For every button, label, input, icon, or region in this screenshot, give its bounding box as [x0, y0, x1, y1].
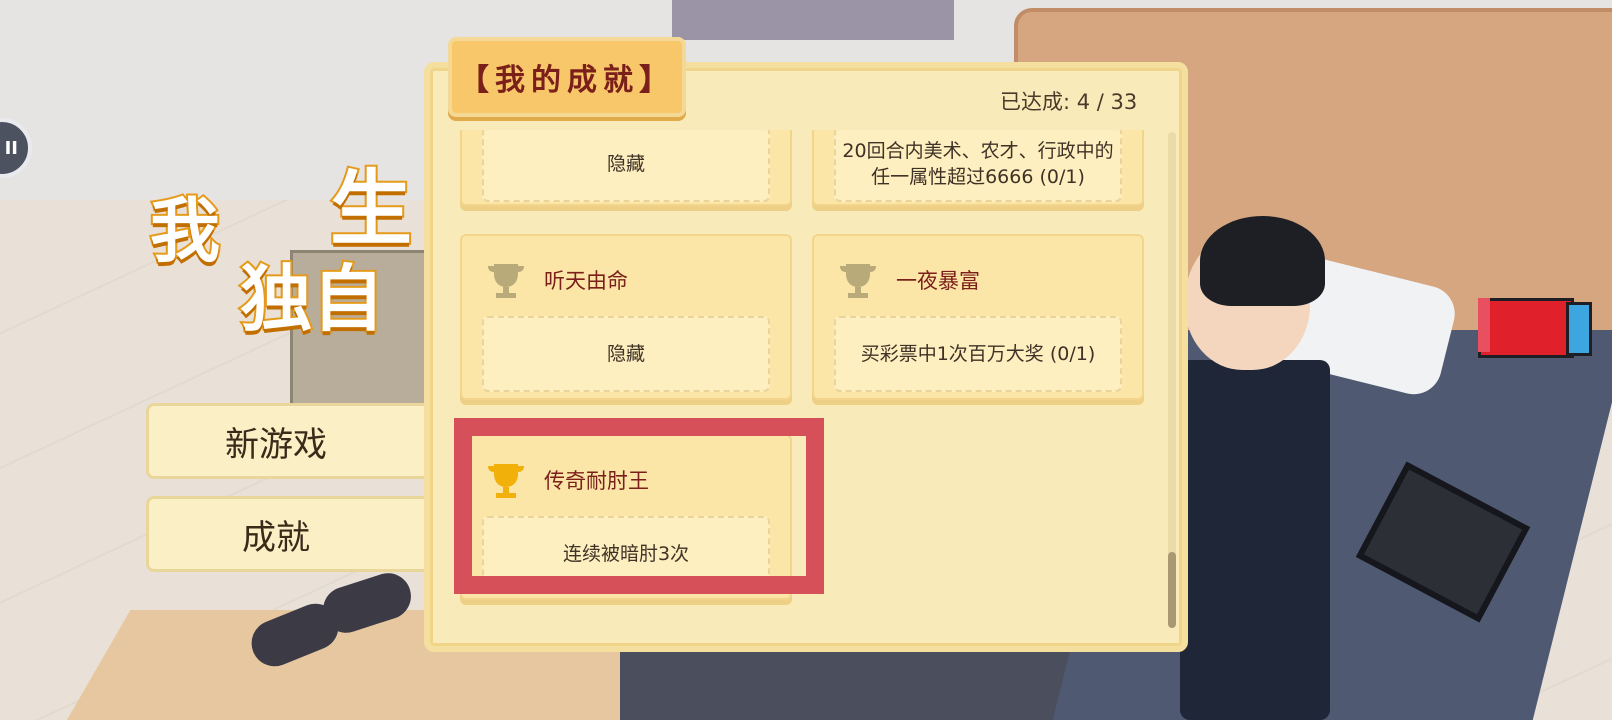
- achievement-card-hidden-1[interactable]: 隐藏: [460, 130, 792, 206]
- achievement-description: 隐藏: [482, 316, 770, 392]
- panel-title: 【我的成就】: [448, 37, 686, 117]
- achievement-card-fate[interactable]: 听天由命 隐藏: [460, 234, 792, 400]
- scrollbar-thumb[interactable]: [1168, 552, 1176, 628]
- progress-label: 已达成:: [1000, 90, 1071, 114]
- achievement-description: 隐藏: [482, 130, 770, 202]
- handheld-console: [1478, 298, 1574, 358]
- progress-value: 4 / 33: [1076, 90, 1138, 114]
- achievement-title: 一夜暴富: [896, 269, 980, 293]
- achievement-title: 传奇耐肘王: [544, 469, 649, 493]
- achievement-card-legend[interactable]: 传奇耐肘王 连续被暗肘3次: [460, 434, 792, 600]
- trophy-icon: [488, 464, 524, 498]
- trophy-icon: [488, 264, 524, 298]
- achievement-header: 一夜暴富: [836, 258, 980, 302]
- game-logo-char-2: 独自: [238, 255, 386, 343]
- achievement-header: 听天由命: [484, 258, 628, 302]
- character-hair: [1200, 216, 1325, 306]
- achievement-card-attribute[interactable]: 20回合内美术、农才、行政中的任一属性超过6666 (0/1): [812, 130, 1144, 206]
- character-jacket: [1180, 360, 1330, 720]
- trophy-icon: [840, 264, 876, 298]
- achievement-description: 20回合内美术、农才、行政中的任一属性超过6666 (0/1): [834, 130, 1122, 202]
- achievement-header: 传奇耐肘王: [484, 458, 649, 502]
- achievement-progress: 已达成: 4 / 33: [1000, 86, 1137, 116]
- ceiling-decoration: [672, 0, 954, 40]
- achievement-card-lottery[interactable]: 一夜暴富 买彩票中1次百万大奖 (0/1): [812, 234, 1144, 400]
- game-logo-char-1: 我: [148, 188, 222, 274]
- achievement-list[interactable]: 隐藏 20回合内美术、农才、行政中的任一属性超过6666 (0/1) 听天由命 …: [460, 130, 1160, 612]
- achievement-description: 买彩票中1次百万大奖 (0/1): [834, 316, 1122, 392]
- console-joycon-right: [1566, 302, 1592, 356]
- pause-icon: II: [4, 137, 18, 159]
- achievement-description: 连续被暗肘3次: [482, 516, 770, 592]
- new-game-button[interactable]: 新游戏: [146, 403, 446, 479]
- console-joycon-left: [1478, 298, 1490, 352]
- achievement-title: 听天由命: [544, 269, 628, 293]
- achievements-button[interactable]: 成就: [146, 496, 446, 572]
